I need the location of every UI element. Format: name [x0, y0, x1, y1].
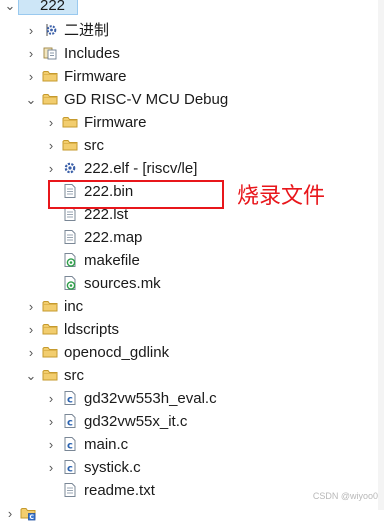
chevron-down-icon[interactable]: ⌄ — [25, 364, 37, 387]
annotation-highlight-box — [48, 180, 224, 209]
tree-item-label: Includes — [64, 45, 120, 62]
tree-item-label: openocd_gdlink — [64, 344, 170, 361]
chevron-right-icon[interactable]: › — [45, 134, 57, 157]
watermark: CSDN @wiyoo0 — [312, 491, 378, 501]
tree-item-label: 222 — [40, 0, 66, 14]
chevron-right-icon[interactable]: › — [25, 318, 37, 341]
gear-icon — [62, 160, 78, 176]
chevron-right-icon[interactable]: › — [25, 19, 37, 42]
file-icon — [62, 482, 78, 498]
tree-item-inc[interactable]: › inc — [0, 295, 384, 318]
tree-item-map[interactable]: 222.map — [0, 226, 384, 249]
c-file-icon — [62, 459, 78, 475]
c-file-icon — [62, 436, 78, 452]
tree-item-sources-mk[interactable]: sources.mk — [0, 272, 384, 295]
folder-icon — [42, 321, 58, 337]
tree-item-label: Firmware — [84, 114, 147, 131]
tree-item-gd32vw553h-eval-c[interactable]: › gd32vw553h_eval.c — [0, 387, 384, 410]
chevron-right-icon[interactable]: › — [25, 295, 37, 318]
c-file-icon — [62, 413, 78, 429]
project-explorer-tree: ⌄ 222 › 二进制 › Includes › Firmware ⌄ GD R… — [0, 0, 384, 521]
chevron-down-icon[interactable]: ⌄ — [25, 88, 37, 111]
tree-item-makefile[interactable]: makefile — [0, 249, 384, 272]
tree-item-label: systick.c — [84, 459, 141, 476]
project-folder-icon — [20, 505, 36, 521]
chevron-right-icon[interactable]: › — [4, 502, 16, 525]
tree-item-label: main.c — [84, 436, 129, 453]
chevron-right-icon[interactable]: › — [45, 433, 57, 456]
includes-icon — [42, 45, 58, 61]
chevron-right-icon[interactable]: › — [45, 111, 57, 134]
tree-item-debug-firmware[interactable]: › Firmware — [0, 111, 384, 134]
chevron-right-icon[interactable]: › — [45, 157, 57, 180]
tree-item-debug-src[interactable]: › src — [0, 134, 384, 157]
chevron-right-icon[interactable]: › — [25, 65, 37, 88]
tree-item-label: 222.elf - [riscv/le] — [84, 160, 198, 177]
tree-item-firmware[interactable]: › Firmware — [0, 65, 384, 88]
tree-item-label: gd32vw55x_it.c — [84, 413, 188, 430]
tree-item-ldscripts[interactable]: › ldscripts — [0, 318, 384, 341]
tree-item-openocd-gdlink[interactable]: › openocd_gdlink — [0, 341, 384, 364]
folder-icon — [62, 137, 78, 153]
tree-item-main-c[interactable]: › main.c — [0, 433, 384, 456]
tree-item-includes[interactable]: › Includes — [0, 42, 384, 65]
makefile-icon — [62, 275, 78, 291]
tree-item-src[interactable]: ⌄ src — [0, 364, 384, 387]
tree-item-label: readme.txt — [84, 482, 155, 499]
folder-icon — [42, 344, 58, 360]
tree-item-label: src — [84, 137, 104, 154]
file-icon — [62, 229, 78, 245]
tree-item-label: 222.map — [84, 229, 143, 246]
makefile-icon — [62, 252, 78, 268]
tree-item-systick-c[interactable]: › systick.c — [0, 456, 384, 479]
folder-icon — [62, 114, 78, 130]
tree-item-label: makefile — [84, 252, 140, 269]
annotation-label: 烧录文件 — [237, 184, 326, 209]
chevron-down-icon[interactable]: ⌄ — [4, 0, 16, 17]
chevron-right-icon[interactable]: › — [45, 410, 57, 433]
tree-item-label: ldscripts — [64, 321, 120, 338]
chevron-right-icon[interactable]: › — [45, 387, 57, 410]
tree-item-label: 二进制 — [64, 22, 110, 39]
folder-icon — [42, 68, 58, 84]
tree-item-project-222[interactable]: ⌄ 222 — [0, 0, 384, 17]
tree-item-label: sources.mk — [84, 275, 161, 292]
tree-item-debug-folder[interactable]: ⌄ GD RISC-V MCU Debug — [0, 88, 384, 111]
tree-item-label: gd32vw553h_eval.c — [84, 390, 217, 407]
vertical-scrollbar[interactable] — [378, 0, 384, 510]
tree-item-label: Firmware — [64, 68, 127, 85]
binaries-icon — [42, 22, 58, 38]
folder-icon — [42, 367, 58, 383]
c-file-icon — [62, 390, 78, 406]
folder-icon — [42, 91, 58, 107]
tree-item-gd32vw55x-it-c[interactable]: › gd32vw55x_it.c — [0, 410, 384, 433]
chevron-right-icon[interactable]: › — [45, 456, 57, 479]
tree-item-binaries[interactable]: › 二进制 — [0, 19, 384, 42]
tree-item-label: src — [64, 367, 84, 384]
chevron-right-icon[interactable]: › — [25, 42, 37, 65]
tree-item-label: inc — [64, 298, 84, 315]
tree-item-label: GD RISC-V MCU Debug — [64, 91, 229, 108]
tree-item-next-project[interactable]: › — [0, 502, 384, 525]
folder-icon — [42, 298, 58, 314]
tree-item-elf[interactable]: › 222.elf - [riscv/le] — [0, 157, 384, 180]
chevron-right-icon[interactable]: › — [25, 341, 37, 364]
